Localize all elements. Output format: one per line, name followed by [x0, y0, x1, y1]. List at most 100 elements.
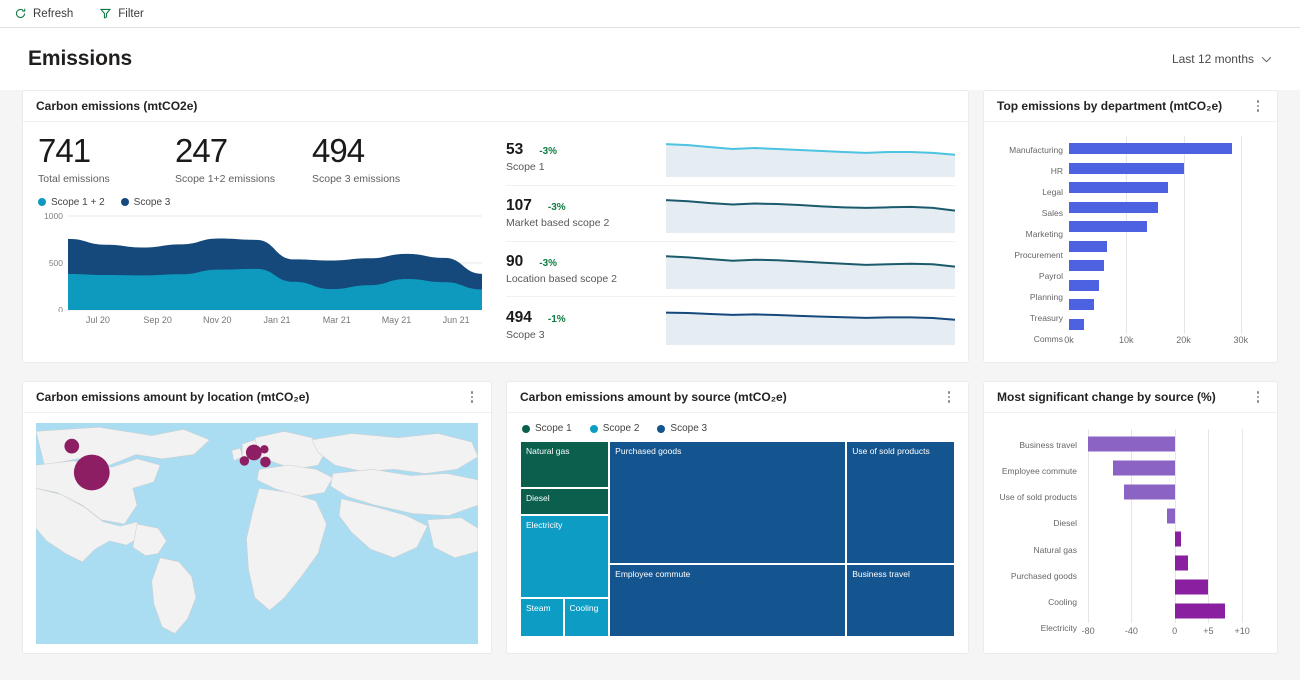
legend-item-scope3[interactable]: Scope 3 [120, 196, 171, 208]
bar-row[interactable] [1069, 256, 1258, 276]
treemap-tile-label: Use of sold products [852, 446, 930, 456]
bar-row[interactable] [1069, 159, 1258, 179]
treemap-tile[interactable]: Purchased goods [609, 441, 847, 565]
x-tick-label: 10k [1119, 335, 1134, 345]
department-bar-chart[interactable]: Manufacturing HR Legal Sales Marketing Procur… [997, 130, 1264, 352]
treemap-tile-label: Cooling [569, 602, 599, 613]
legend-item-scope1[interactable]: Scope 1 [522, 423, 572, 434]
area-chart-svg: 0 500 1000 [44, 212, 482, 312]
treemap-tile[interactable]: Natural gas [520, 441, 610, 489]
card-body: Scope 1 Scope 2 Scope 3 Natural gas Diese… [507, 413, 968, 653]
treemap-tile[interactable]: Employee commute [609, 564, 847, 637]
legend-swatch [120, 198, 129, 207]
card-header: Most significant change by source (%) [984, 382, 1277, 413]
bar-row[interactable] [1083, 432, 1256, 456]
scope-breakdown-pane: 53 -3% Scope 1 107 -3% Market based scope 2 90… [498, 130, 955, 352]
treemap-tile[interactable]: Diesel [520, 488, 610, 516]
bar-row[interactable] [1069, 139, 1258, 159]
bar-row[interactable] [1083, 480, 1256, 504]
bar-row[interactable] [1069, 178, 1258, 198]
legend-label: Scope 3 [133, 196, 171, 208]
axis-tick-label: Manufacturing [1009, 144, 1063, 155]
bar [1113, 460, 1175, 476]
legend-swatch [589, 424, 598, 433]
world-bubble-map[interactable] [36, 423, 478, 644]
bar-row[interactable] [1069, 198, 1258, 218]
period-label: Last 12 months [1171, 52, 1254, 66]
legend-label: Scope 3 [670, 423, 708, 434]
change-plot: -80 -40 0 +5 +10 [1082, 429, 1256, 641]
scope-sparkline-row[interactable]: 90 -3% Location based scope 2 [506, 242, 955, 298]
filter-button[interactable]: Filter [95, 4, 148, 23]
scope-sparkline-row[interactable]: 53 -3% Scope 1 [506, 130, 955, 186]
treemap-tile[interactable]: Business travel [846, 564, 955, 637]
kpi-label: Total emissions [38, 172, 110, 185]
card-menu-button[interactable] [943, 387, 956, 407]
treemap-tile[interactable]: Use of sold products [846, 441, 955, 565]
source-treemap[interactable]: Natural gas Diesel Electricity Steam Cooling… [520, 441, 955, 637]
x-tick-label: Jul 20 [85, 314, 110, 325]
treemap-tile-label: Steam [526, 602, 551, 613]
card-emissions-by-location: Carbon emissions amount by location (mtC… [22, 381, 492, 654]
bar-row[interactable] [1083, 599, 1256, 623]
treemap-tile[interactable]: Cooling [563, 597, 610, 637]
bar-row[interactable] [1069, 217, 1258, 237]
period-selector[interactable]: Last 12 months [1172, 52, 1272, 66]
svg-text:0: 0 [58, 305, 63, 312]
bar-row[interactable] [1069, 276, 1258, 296]
bar [1069, 143, 1233, 155]
bar-row[interactable] [1083, 504, 1256, 528]
bar [1069, 221, 1147, 233]
bar-row[interactable] [1083, 551, 1256, 575]
refresh-button[interactable]: Refresh [10, 4, 77, 23]
bar-row[interactable] [1083, 456, 1256, 480]
bar-row[interactable] [1083, 528, 1256, 552]
legend-swatch [522, 424, 530, 433]
x-tick-label: 20k [1176, 335, 1191, 345]
sparkline-delta: -3% [539, 146, 558, 158]
sparkline-label: Location based scope 2 [506, 272, 617, 285]
legend-label: Scope 1 [535, 423, 572, 434]
card-title: Carbon emissions (mtCO2e) [36, 99, 198, 113]
card-menu-button[interactable] [466, 387, 479, 407]
treemap-tile[interactable]: Electricity [520, 515, 610, 598]
treemap-tile-label: Purchased goods [615, 446, 682, 456]
bar [1123, 484, 1175, 500]
bar-row[interactable] [1083, 575, 1256, 599]
scope-sparkline-row[interactable]: 107 -3% Market based scope 2 [506, 186, 955, 242]
bar [1069, 318, 1084, 330]
sparkline-value: 53 [506, 141, 524, 159]
scope-sparkline-row[interactable]: 494 -1% Scope 3 [506, 297, 955, 352]
legend-item-scope3[interactable]: Scope 3 [657, 423, 707, 434]
legend-item-scope1-2[interactable]: Scope 1 + 2 [38, 197, 105, 208]
kpi-group: 741 Total emissions 247 Scope 1+2 emissi… [38, 133, 486, 185]
kpi-label: Scope 1+2 emissions [175, 172, 276, 185]
card-menu-button[interactable] [1252, 96, 1265, 116]
axis-tick-label: Comms [1033, 334, 1063, 345]
bar [1069, 201, 1159, 213]
x-tick-label: +5 [1203, 626, 1214, 636]
legend-item-scope2[interactable]: Scope 2 [589, 423, 639, 434]
sparkline-graph [666, 249, 955, 289]
card-menu-button[interactable] [1252, 387, 1265, 407]
treemap-tile[interactable]: Steam [520, 597, 564, 637]
card-header: Carbon emissions amount by source (mtCO₂… [507, 382, 968, 413]
bar [1069, 162, 1184, 174]
sparkline-value: 90 [506, 252, 524, 270]
bar [1174, 555, 1189, 571]
x-tick-label: Jun 21 [442, 314, 470, 325]
department-plot: 0k 10k 20k 30k [1064, 136, 1258, 350]
sparkline-graph [666, 305, 955, 345]
card-title: Most significant change by source (%) [997, 390, 1216, 404]
treemap-tile-label: Diesel [526, 493, 550, 504]
bar-row[interactable] [1069, 237, 1258, 257]
bar-row[interactable] [1069, 295, 1258, 315]
change-bar-chart[interactable]: Business travel Employee commute Use of so… [997, 421, 1264, 643]
filter-label: Filter [118, 7, 144, 20]
dashboard-grid: Carbon emissions (mtCO2e) 741 Total emis… [0, 90, 1300, 654]
axis-tick-label: Treasury [1029, 313, 1063, 324]
sparkline-graph [666, 193, 955, 234]
bar [1069, 182, 1168, 194]
stacked-area-chart[interactable]: 0 500 1000 Jul 20 Sep 20 Nov 20 Jan 21 Mar 21 M… [36, 212, 486, 330]
bar-row[interactable] [1069, 315, 1258, 335]
